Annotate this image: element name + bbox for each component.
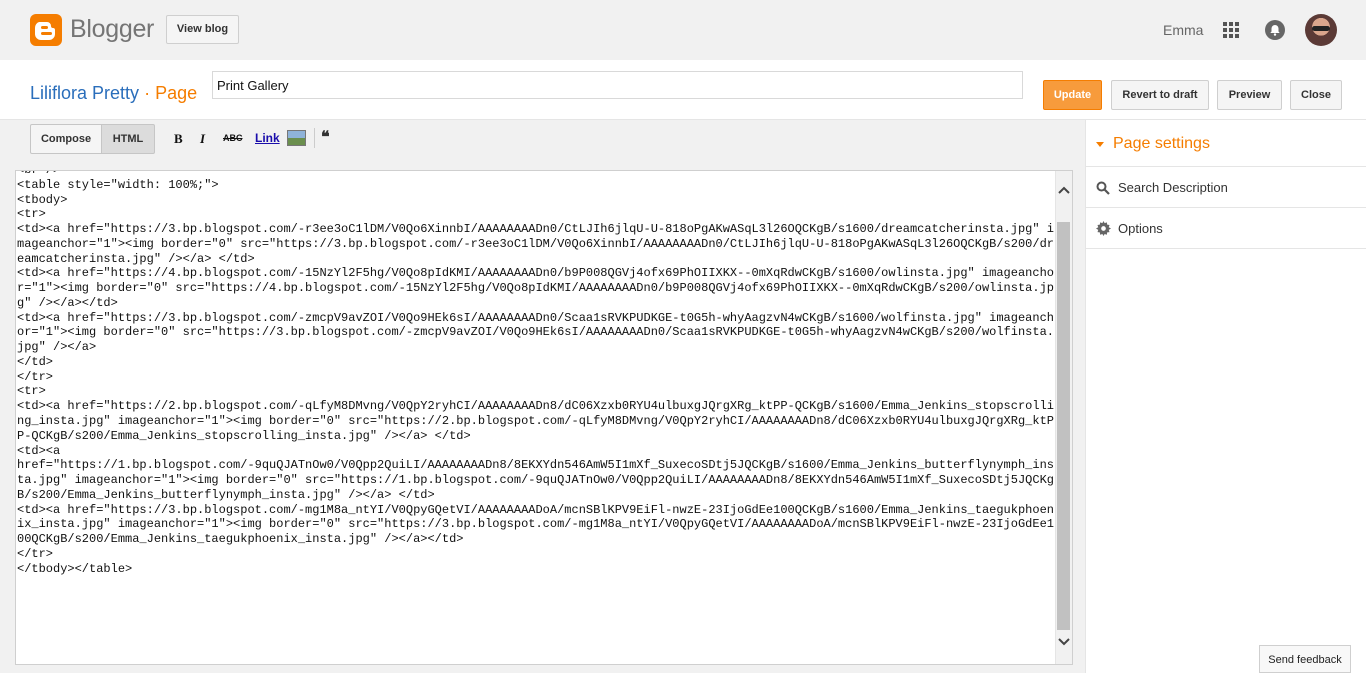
html-editor[interactable]: <br /> <table style="width: 100%;"> <tbo…	[15, 170, 1073, 665]
search-icon	[1096, 181, 1110, 195]
revert-to-draft-button[interactable]: Revert to draft	[1111, 80, 1209, 110]
options-item[interactable]: Options	[1118, 221, 1163, 236]
bold-button[interactable]: B	[174, 131, 183, 147]
sidebar-divider	[1086, 166, 1366, 167]
preview-button[interactable]: Preview	[1217, 80, 1282, 110]
compose-mode-button[interactable]: Compose	[30, 124, 102, 154]
editor-toolbar	[0, 120, 1085, 158]
close-button[interactable]: Close	[1290, 80, 1342, 110]
user-name[interactable]: Emma	[1163, 22, 1203, 38]
post-kind: Page	[155, 83, 198, 103]
page-settings-title[interactable]: Page settings	[1113, 135, 1210, 153]
sidebar-divider	[1086, 248, 1366, 249]
italic-button[interactable]: I	[200, 131, 205, 147]
apps-grid-icon[interactable]	[1223, 22, 1239, 38]
scrollbar-thumb[interactable]	[1057, 222, 1070, 630]
page-settings-sidebar	[1085, 120, 1366, 673]
avatar[interactable]	[1305, 14, 1337, 46]
link-button[interactable]: Link	[255, 131, 280, 145]
strikethrough-button[interactable]: ABC	[223, 133, 243, 143]
avatar-glasses	[1312, 26, 1330, 31]
update-button[interactable]: Update	[1043, 80, 1102, 110]
search-description-item[interactable]: Search Description	[1118, 180, 1228, 195]
blogger-logo-icon[interactable]	[30, 14, 62, 46]
view-blog-button[interactable]: View blog	[166, 15, 239, 44]
quote-button[interactable]: ❝	[321, 127, 330, 147]
brand-name[interactable]: Blogger	[70, 15, 154, 44]
html-mode-button[interactable]: HTML	[101, 124, 155, 154]
gear-icon	[1096, 221, 1111, 236]
page-title-input[interactable]	[212, 71, 1023, 99]
title-separator: ·	[144, 83, 151, 103]
html-source-text[interactable]: <br /> <table style="width: 100%;"> <tbo…	[17, 171, 1057, 576]
scroll-up-icon[interactable]	[1058, 186, 1070, 194]
scroll-down-icon[interactable]	[1058, 638, 1070, 646]
notifications-bell-icon[interactable]	[1265, 20, 1285, 40]
send-feedback-button[interactable]: Send feedback	[1259, 645, 1351, 673]
sidebar-divider	[1086, 207, 1366, 208]
blog-title[interactable]: Liliflora Pretty · Page	[30, 83, 197, 104]
collapse-arrow-icon[interactable]	[1096, 142, 1104, 147]
toolbar-divider	[314, 128, 315, 148]
blog-name[interactable]: Liliflora Pretty	[30, 83, 139, 103]
insert-image-icon[interactable]	[287, 130, 306, 146]
